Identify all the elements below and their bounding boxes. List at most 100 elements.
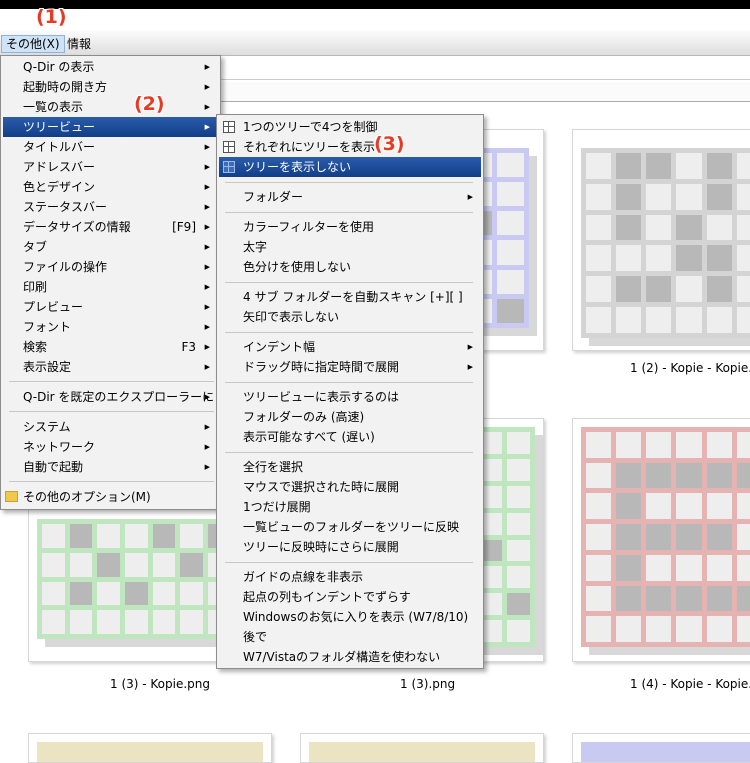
menu-item-no-vista-structure[interactable]: W7/Vistaのフォルダ構造を使わない (219, 647, 481, 667)
menu-item-label: 表示設定 (23, 360, 72, 374)
menu-separator (9, 411, 214, 412)
menu-bar-item-sono-ta[interactable]: その他(X) (1, 35, 65, 53)
menu-item-network[interactable]: ネットワーク ▶ (3, 437, 218, 457)
submenu-arrow-icon: ▶ (204, 103, 210, 111)
menu-item-other-options[interactable]: その他のオプション(M) (3, 487, 218, 507)
menu-item-label: インデント幅 (243, 340, 316, 354)
layout-grid-icon (223, 121, 235, 133)
menu-item-label: 太字 (243, 240, 268, 254)
menu-item-folders-only[interactable]: フォルダーのみ (高速) (219, 407, 481, 427)
menu-item-expand-more[interactable]: ツリーに反映時にさらに展開 (219, 537, 481, 557)
submenu-arrow-icon: ▶ (204, 143, 210, 151)
menu-item-label: W7/Vistaのフォルダ構造を使わない (243, 650, 441, 664)
menu-item-expand-on-mouse[interactable]: マウスで選択された時に展開 (219, 477, 481, 497)
menu-item-drag-expand[interactable]: ドラッグ時に指定時間で展開 ▶ (219, 357, 481, 377)
menu-item-windows-favorites[interactable]: Windowsのお気に入りを表示 (W7/8/10) (219, 607, 481, 627)
menu-item-label: 起動時の開き方 (23, 80, 108, 94)
menu-item-status-bar[interactable]: ステータスバー ▶ (3, 197, 218, 217)
menu-item-no-tree[interactable]: ツリーを表示しない (219, 157, 481, 177)
menu-bar-item-info[interactable]: 情報 (63, 35, 95, 53)
menu-item-bold[interactable]: 太字 (219, 237, 481, 257)
file-name[interactable]: 1 (2) - Kopie - Kopie.png (630, 361, 750, 375)
menu-item-one-tree-four[interactable]: 1つのツリーで4つを制御 (219, 117, 481, 137)
menu-separator (9, 481, 214, 482)
menu-item-label: カラーフィルターを使用 (243, 220, 375, 234)
submenu-arrow-icon: ▶ (204, 123, 210, 131)
menu-item-startup-open[interactable]: 起動時の開き方 ▶ (3, 77, 218, 97)
menu-item-search[interactable]: 検索 F3 ▶ (3, 337, 218, 357)
submenu-arrow-icon: ▶ (204, 283, 210, 291)
menu-item-data-size[interactable]: データサイズの情報 [F9] ▶ (3, 217, 218, 237)
menu-item-print[interactable]: 印刷 ▶ (3, 277, 218, 297)
menu-item-label: 一覧ビューのフォルダーをツリーに反映 (243, 520, 460, 534)
menu-item-label: 矢印で表示しない (243, 310, 340, 324)
menu-item-default-explorer[interactable]: Q-Dir を既定のエクスプローラーに ▶ (3, 387, 218, 407)
menu-item-label: 一覧の表示 (23, 100, 84, 114)
submenu-arrow-icon: ▶ (467, 193, 473, 201)
menu-item-hide-guides[interactable]: ガイドの点線を非表示 (219, 567, 481, 587)
file-thumbnail[interactable] (28, 733, 272, 763)
menu-item-full-row-select[interactable]: 全行を選択 (219, 457, 481, 477)
submenu-arrow-icon: ▶ (204, 463, 210, 471)
layout-grid-icon (223, 141, 235, 153)
menu-item-no-color-coding[interactable]: 色分けを使用しない (219, 257, 481, 277)
menu-item-label: ファイルの操作 (23, 260, 108, 274)
menu-item-font[interactable]: フォント ▶ (3, 317, 218, 337)
menu-item-tabs[interactable]: タブ ▶ (3, 237, 218, 257)
menu-item-label: タイトルバー (23, 140, 96, 154)
menu-item-color-design[interactable]: 色とデザイン ▶ (3, 177, 218, 197)
menu-separator (225, 282, 473, 283)
menu-separator (225, 212, 473, 213)
submenu-arrow-icon: ▶ (204, 83, 210, 91)
menu-separator (225, 382, 473, 383)
submenu-arrow-icon: ▶ (204, 443, 210, 451)
menu-item-label: ドラッグ時に指定時間で展開 (243, 360, 400, 374)
menu-item-sync-list-tree[interactable]: 一覧ビューのフォルダーをツリーに反映 (219, 517, 481, 537)
menu-item-file-operations[interactable]: ファイルの操作 ▶ (3, 257, 218, 277)
menu-item-label: その他のオプション(M) (23, 490, 151, 504)
menu-item-label: ツリービュー (23, 120, 96, 134)
file-name[interactable]: 1 (4) - Kopie - Kopie.png (630, 677, 750, 691)
menu-item-qdir-display[interactable]: Q-Dir の表示 ▶ (3, 57, 218, 77)
menu-item-label: 全行を選択 (243, 460, 304, 474)
menu-item-expand-one[interactable]: 1つだけ展開 (219, 497, 481, 517)
menu-item-tree-each[interactable]: それぞれにツリーを表示 (219, 137, 481, 157)
menu-item-preview[interactable]: プレビュー ▶ (3, 297, 218, 317)
file-name[interactable]: 1 (3).png (400, 677, 455, 691)
menu-item-label: 1つのツリーで4つを制御 (243, 120, 378, 134)
menu-item-label: ツリーに反映時にさらに展開 (243, 540, 399, 554)
file-thumbnail[interactable] (572, 129, 750, 351)
submenu-arrow-icon: ▶ (204, 63, 210, 71)
menu-item-tree-view[interactable]: ツリービュー ▶ (3, 117, 218, 137)
menu-item-color-filter[interactable]: カラーフィルターを使用 (219, 217, 481, 237)
menu-item-tree-shows[interactable]: ツリービューに表示するのは (219, 387, 481, 407)
menu-item-label: 後で (243, 630, 268, 644)
file-thumbnail[interactable] (572, 418, 750, 662)
file-thumbnail[interactable] (572, 733, 750, 763)
shortcut-label: [F9] (172, 220, 196, 234)
menu-item-indent-root[interactable]: 起点の列もインデントでずらす (219, 587, 481, 607)
menu-item-indent-width[interactable]: インデント幅 ▶ (219, 337, 481, 357)
menu-item-list-display[interactable]: 一覧の表示 ▶ (3, 97, 218, 117)
menu-item-show-all[interactable]: 表示可能なすべて (遅い) (219, 427, 481, 447)
menu-item-label: 色とデザイン (23, 180, 96, 194)
menu-item-title-bar[interactable]: タイトルバー ▶ (3, 137, 218, 157)
menu-separator (225, 182, 473, 183)
submenu-arrow-icon: ▶ (204, 363, 210, 371)
menu-item-folder[interactable]: フォルダー ▶ (219, 187, 481, 207)
menu-item-label: ツリーを表示しない (243, 160, 352, 174)
menu-item-autostart[interactable]: 自動で起動 ▶ (3, 457, 218, 477)
other-menu: Q-Dir の表示 ▶ 起動時の開き方 ▶ 一覧の表示 ▶ ツリービュー ▶ タイトルバ… (0, 55, 221, 510)
menu-item-no-arrows[interactable]: 矢印で表示しない (219, 307, 481, 327)
menu-item-address-bar[interactable]: アドレスバー ▶ (3, 157, 218, 177)
file-name[interactable]: 1 (3) - Kopie.png (110, 677, 210, 691)
menu-item-label: システム (23, 420, 71, 434)
menu-item-auto-scan[interactable]: 4 サブ フォルダーを自動スキャン [+][ ] (219, 287, 481, 307)
menu-item-label: フォルダー (243, 190, 304, 204)
file-thumbnail[interactable] (300, 733, 544, 763)
menu-item-display-settings[interactable]: 表示設定 ▶ (3, 357, 218, 377)
menu-item-system[interactable]: システム ▶ (3, 417, 218, 437)
menu-item-label: 検索 (23, 340, 48, 354)
menu-bar: その他(X) 情報 (0, 31, 750, 56)
menu-item-later[interactable]: 後で (219, 627, 481, 647)
